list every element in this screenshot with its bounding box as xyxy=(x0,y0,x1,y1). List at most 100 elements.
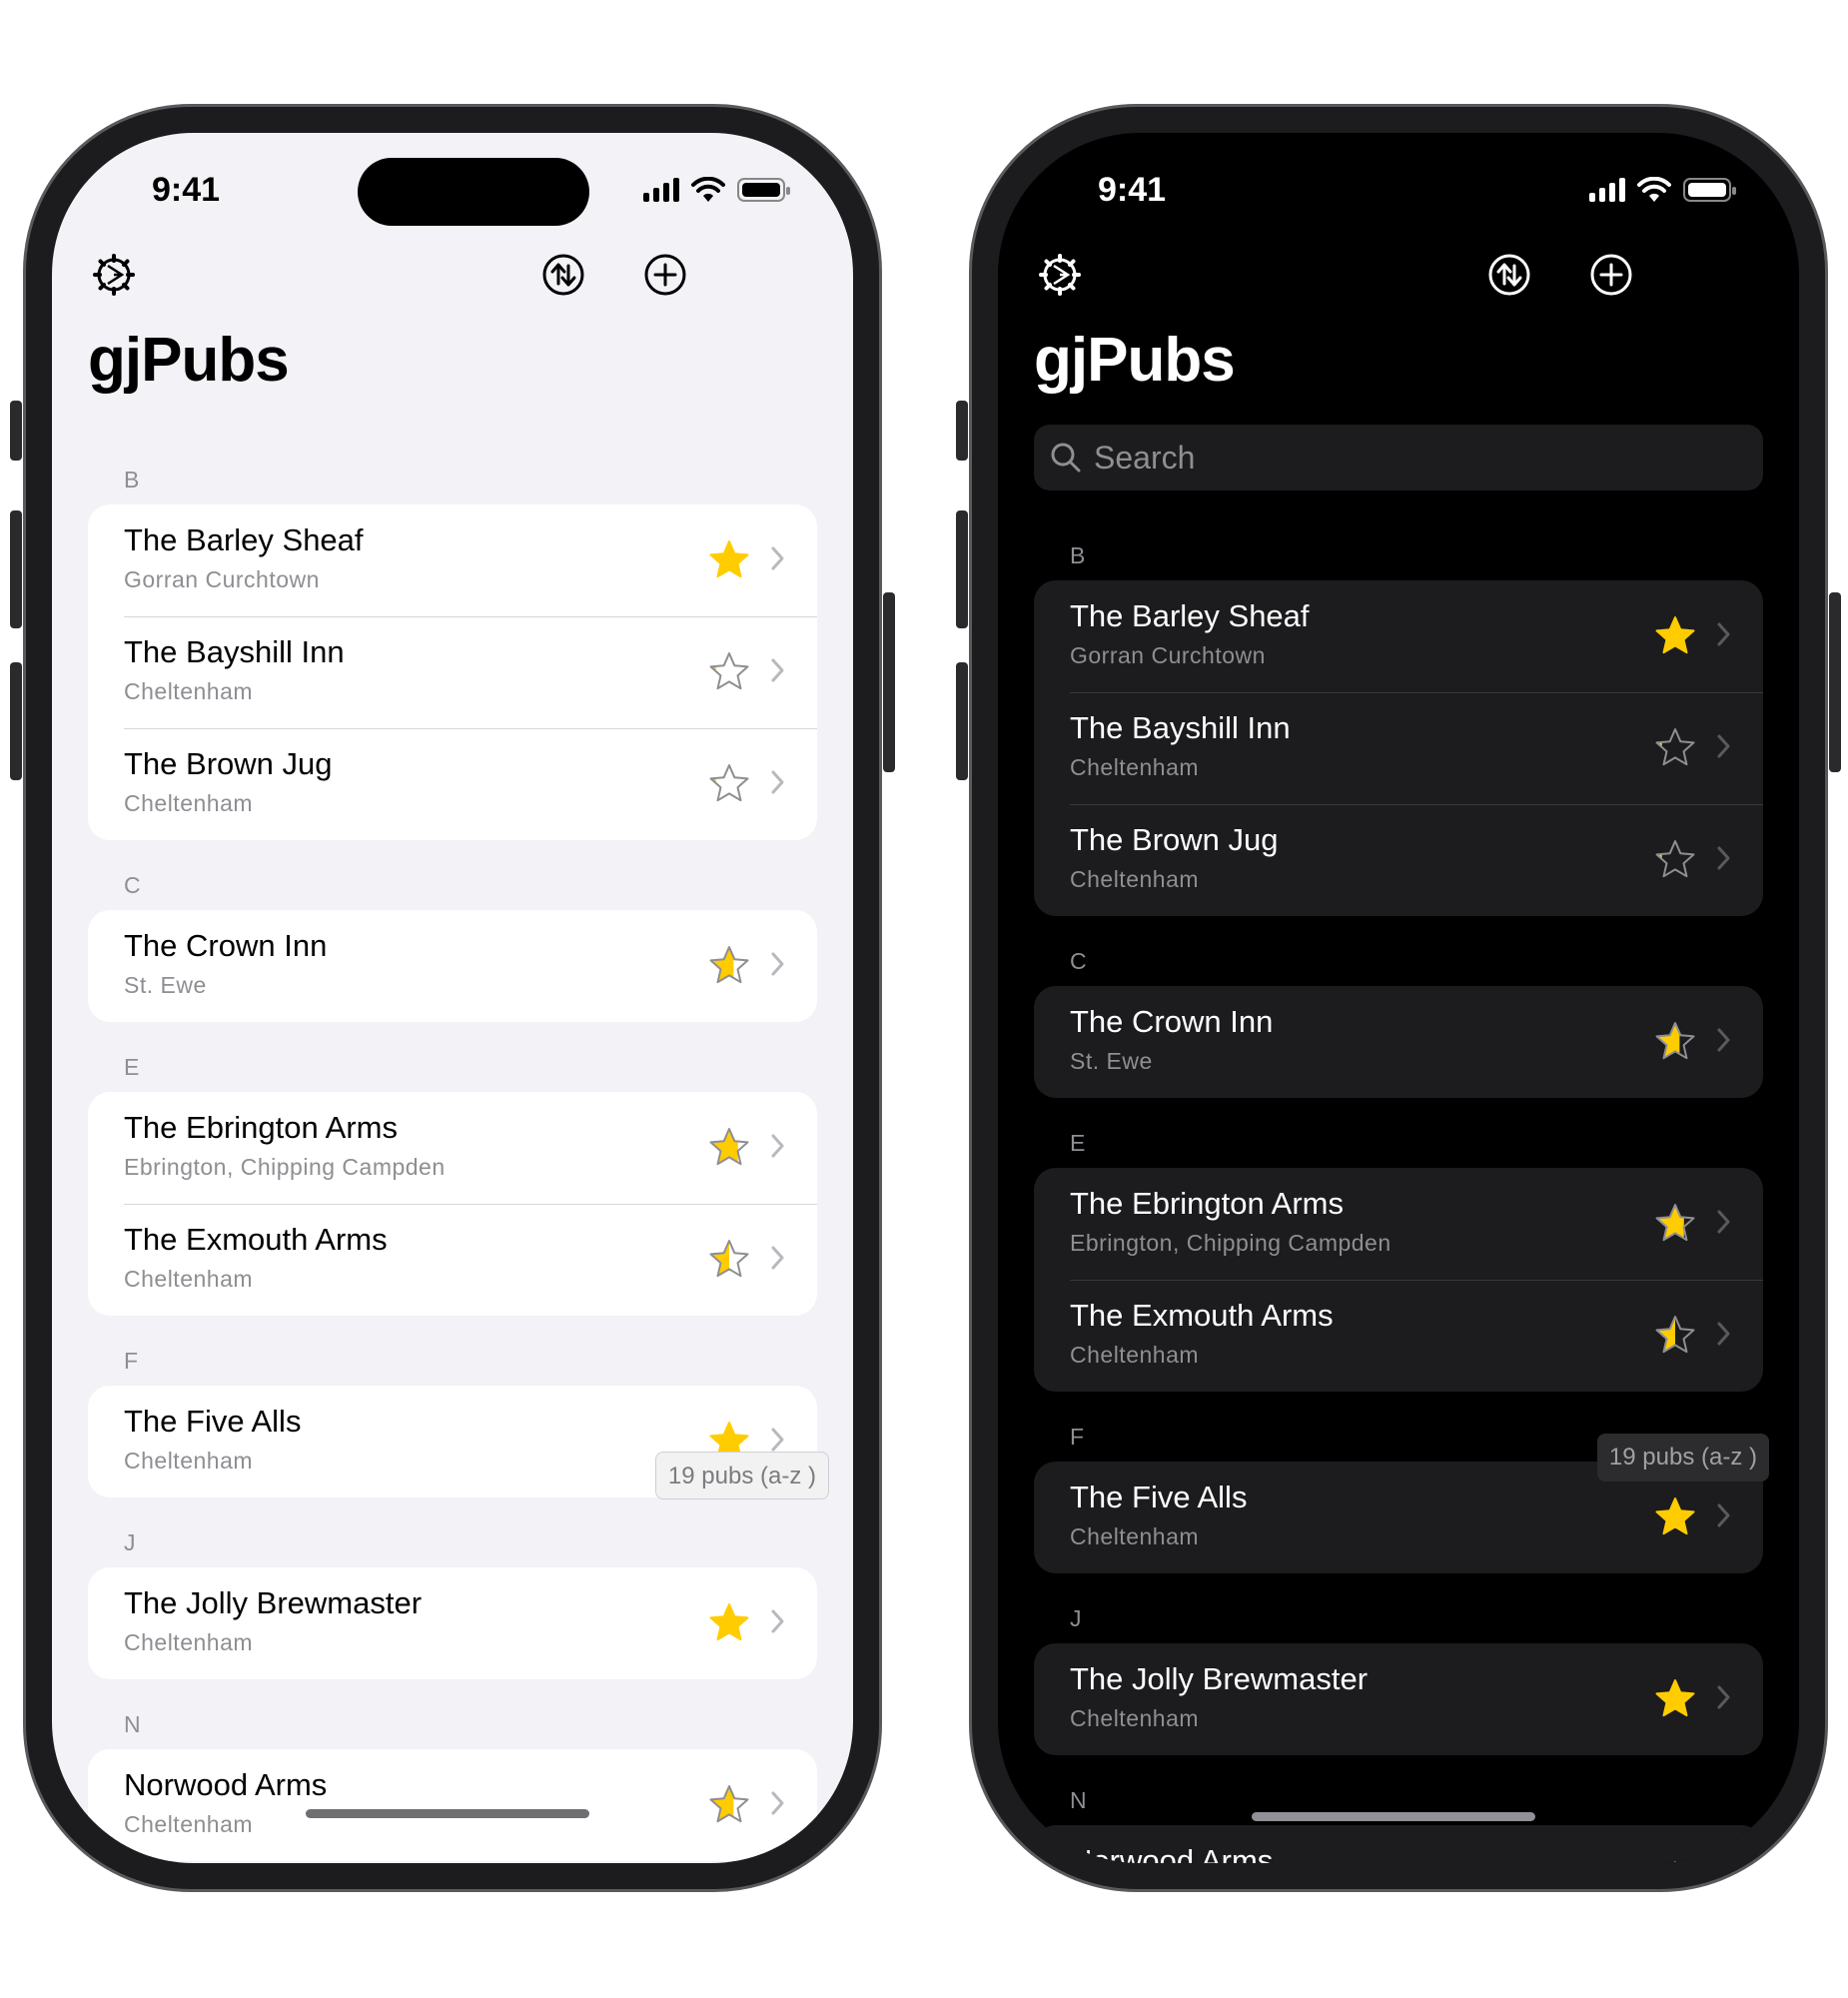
wifi-icon xyxy=(691,177,725,202)
star-icon[interactable] xyxy=(1653,614,1697,658)
pub-row[interactable]: Norwood ArmsCheltenham xyxy=(1034,1825,1763,1863)
star-icon[interactable] xyxy=(707,650,751,694)
pub-row[interactable]: The Jolly Brewmaster Cheltenham xyxy=(88,1567,817,1679)
star-icon[interactable] xyxy=(1653,1314,1697,1358)
star-icon[interactable] xyxy=(1653,838,1697,882)
cellular-signal-icon xyxy=(1589,178,1625,202)
star-icon[interactable] xyxy=(1653,1202,1697,1246)
pub-row[interactable]: The Bayshill Inn Cheltenham xyxy=(1034,692,1763,804)
star-icon[interactable] xyxy=(1653,1020,1697,1064)
pub-row[interactable]: The Jolly Brewmaster Cheltenham xyxy=(1034,1643,1763,1755)
section-header: F xyxy=(124,1348,139,1374)
section-card: The Ebrington Arms Ebrington, Chipping Ca… xyxy=(88,1092,817,1316)
section-header: C xyxy=(124,872,141,898)
action-button xyxy=(956,401,968,461)
screen: 9:41 xyxy=(52,133,853,1863)
pub-location: St. Ewe xyxy=(1070,1048,1153,1074)
pub-row[interactable]: The Ebrington Arms Ebrington, Chipping Ca… xyxy=(1034,1168,1763,1280)
chevron-right-icon xyxy=(771,1246,784,1270)
pub-location: Cheltenham xyxy=(1070,1523,1200,1549)
status-time: 9:41 xyxy=(1098,171,1167,209)
pub-row[interactable]: The Exmouth Arms Cheltenham xyxy=(88,1204,817,1316)
star-icon[interactable] xyxy=(707,944,751,988)
pub-name: The Crown Inn xyxy=(124,928,328,963)
search-field[interactable]: Search xyxy=(1034,425,1763,491)
settings-button[interactable] xyxy=(92,253,136,297)
star-icon[interactable] xyxy=(707,1601,751,1645)
star-icon[interactable] xyxy=(707,1238,751,1282)
pub-location: Cheltenham xyxy=(124,678,254,704)
side-button xyxy=(1829,592,1841,772)
volume-up-button xyxy=(10,510,22,628)
status-icons xyxy=(643,177,790,203)
search-placeholder: Search xyxy=(1094,439,1196,476)
pub-location: Cheltenham xyxy=(124,1448,254,1474)
pub-name: The Ebrington Arms xyxy=(1070,1186,1344,1221)
pub-row[interactable]: Norwood ArmsCheltenham xyxy=(88,1749,817,1861)
pub-row[interactable]: The Barley Sheaf Gorran Curchtown xyxy=(1034,580,1763,692)
pub-row[interactable]: The Brown Jug Cheltenham xyxy=(88,728,817,840)
pub-list[interactable]: B The Barley Sheaf Gorran Curchtown The Bay… xyxy=(88,435,817,1861)
chevron-right-icon xyxy=(1717,1322,1730,1346)
pub-name: The Brown Jug xyxy=(124,746,333,781)
section-card: The Barley Sheaf Gorran Curchtown The Bays… xyxy=(88,504,817,840)
cellular-signal-icon xyxy=(643,178,679,202)
star-icon[interactable] xyxy=(1653,1496,1697,1539)
pub-list[interactable]: B The Barley Sheaf Gorran Curchtown The Bay… xyxy=(1034,510,1763,1863)
pub-row[interactable]: The Crown Inn St. Ewe xyxy=(1034,986,1763,1098)
pub-name: The Jolly Brewmaster xyxy=(1070,1661,1369,1696)
section-card: The Barley Sheaf Gorran Curchtown The Bays… xyxy=(1034,580,1763,916)
page-title: gjPubs xyxy=(1034,326,1236,395)
section-header: N xyxy=(124,1711,141,1737)
pub-name: Norwood Arms xyxy=(124,1767,328,1802)
plus-circle-icon xyxy=(1590,254,1632,296)
sort-button[interactable] xyxy=(1487,253,1531,297)
pub-row[interactable]: The Brown Jug Cheltenham xyxy=(1034,804,1763,916)
battery-icon xyxy=(737,178,790,202)
volume-up-button xyxy=(956,510,968,628)
star-icon[interactable] xyxy=(1653,726,1697,770)
sort-button[interactable] xyxy=(541,253,585,297)
settings-button[interactable] xyxy=(1038,253,1082,297)
pub-name: The Bayshill Inn xyxy=(1070,710,1291,745)
section-card: Norwood Arms Cheltenham xyxy=(88,1749,817,1861)
chevron-right-icon xyxy=(1717,1503,1730,1527)
chevron-right-icon xyxy=(1717,1685,1730,1709)
pub-location: Cheltenham xyxy=(124,1629,254,1655)
phone-light-mode: 9:41 gjPubs B The Barley Sheaf Gorran Cu… xyxy=(10,104,895,1892)
section-header: E xyxy=(1070,1130,1086,1156)
section-header: J xyxy=(1070,1605,1082,1631)
star-icon[interactable] xyxy=(1653,1677,1697,1721)
chevron-right-icon xyxy=(771,1609,784,1633)
pub-name: The Bayshill Inn xyxy=(124,634,345,669)
pub-location: Cheltenham xyxy=(1070,866,1200,892)
home-indicator xyxy=(1252,1812,1535,1821)
section-card: The Jolly Brewmaster Cheltenham xyxy=(1034,1643,1763,1755)
star-icon[interactable] xyxy=(707,538,751,582)
wifi-icon xyxy=(1637,177,1671,202)
pub-count-badge: 19 pubs (a-z ) xyxy=(654,1452,829,1499)
star-icon[interactable] xyxy=(707,1126,751,1170)
pub-row[interactable]: The Barley Sheaf Gorran Curchtown xyxy=(88,504,817,616)
pub-location: Cheltenham xyxy=(1070,1705,1200,1731)
chevron-right-icon xyxy=(771,658,784,682)
plus-circle-icon xyxy=(644,254,686,296)
pub-location: Cheltenham xyxy=(124,1266,254,1292)
pub-row[interactable]: The Bayshill Inn Cheltenham xyxy=(88,616,817,728)
pub-location: Cheltenham xyxy=(1070,1342,1200,1368)
section-card: The Crown Inn St. Ewe xyxy=(1034,986,1763,1098)
add-pub-button[interactable] xyxy=(643,253,687,297)
pub-row[interactable]: The Ebrington Arms Ebrington, Chipping Ca… xyxy=(88,1092,817,1204)
add-pub-button[interactable] xyxy=(1589,253,1633,297)
star-icon[interactable] xyxy=(707,1783,751,1827)
star-icon[interactable] xyxy=(1653,1859,1697,1863)
sort-arrows-icon xyxy=(542,254,584,296)
action-button xyxy=(10,401,22,461)
pub-row[interactable]: The Exmouth Arms Cheltenham xyxy=(1034,1280,1763,1392)
star-icon[interactable] xyxy=(707,762,751,806)
pub-location: Cheltenham xyxy=(1070,754,1200,780)
pub-row[interactable]: The Crown Inn St. Ewe xyxy=(88,910,817,1022)
section-header: B xyxy=(124,467,140,493)
pub-location: Cheltenham xyxy=(124,790,254,816)
section-header: E xyxy=(124,1054,140,1080)
